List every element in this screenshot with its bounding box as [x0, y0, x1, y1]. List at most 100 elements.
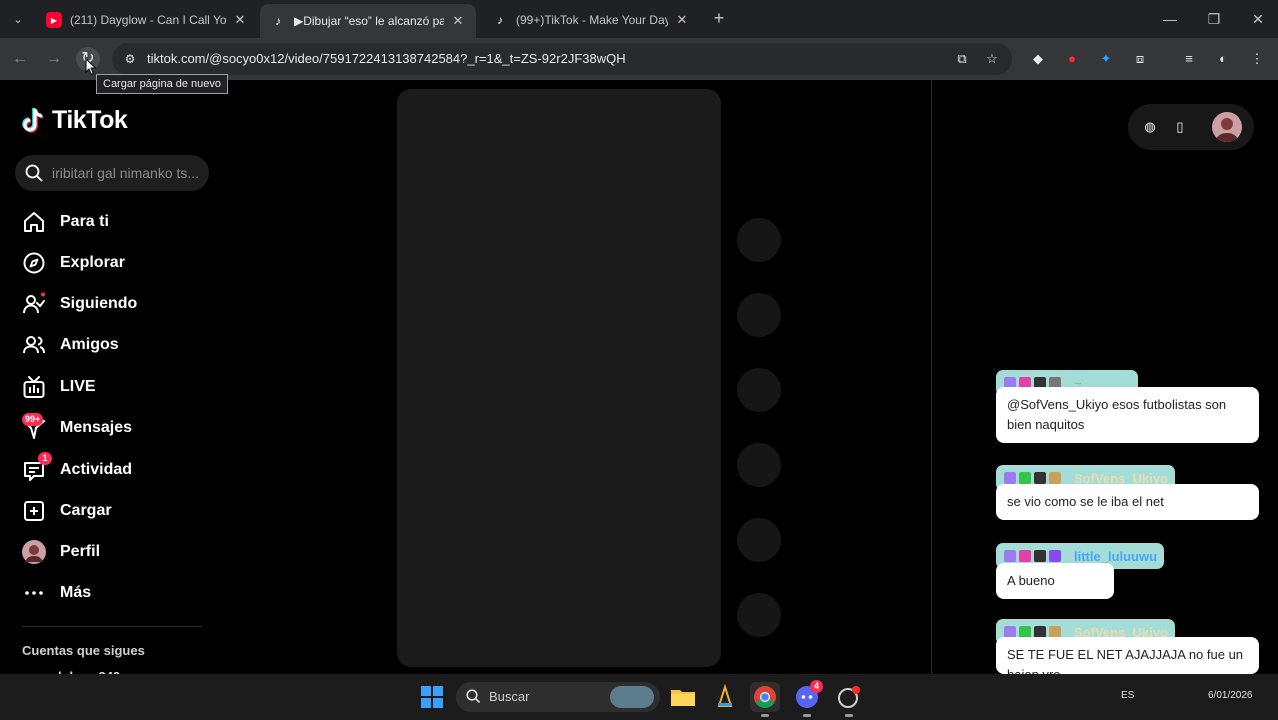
browser-tab-active[interactable]: ♪ ▶Dibujar “eso” le alcanzó para ✕: [260, 4, 476, 38]
browser-tab[interactable]: ▶ (211) Dayglow - Can I Call You Tonight…: [36, 5, 258, 35]
close-tab-icon[interactable]: ✕: [674, 12, 690, 28]
install-app-icon[interactable]: ⧉: [952, 49, 972, 69]
browser-tab[interactable]: ♪ (99+)TikTok - Make Your Day ✕: [482, 5, 700, 35]
messages-badge: 99+: [22, 413, 44, 426]
video-placeholder[interactable]: [397, 89, 721, 667]
nav-label: Cargar: [60, 502, 112, 519]
back-icon[interactable]: ←: [8, 47, 32, 71]
badge-icon: [1034, 550, 1046, 562]
close-tab-icon[interactable]: ✕: [232, 12, 248, 28]
nav-item-cargar[interactable]: Cargar: [22, 496, 112, 526]
nav-label: Para ti: [60, 213, 109, 230]
chrome-icon[interactable]: [750, 682, 780, 717]
windows-taskbar: Buscar 4 ES 6/01/2026: [0, 674, 1278, 720]
compass-icon: [23, 252, 45, 274]
chat-message: A bueno: [996, 563, 1114, 599]
address-bar[interactable]: ⚙ tiktok.com/@socyo0x12/video/7591722413…: [112, 43, 1012, 75]
tab-title: (211) Dayglow - Can I Call You Tonight: [70, 13, 226, 27]
home-icon: [24, 212, 44, 232]
language-indicator[interactable]: ES: [1121, 690, 1134, 701]
more-icon: [25, 591, 43, 595]
nav-item-siguiendo[interactable]: Siguiendo: [22, 289, 137, 319]
activity-badge: 1: [38, 452, 52, 465]
profile-avatar-icon[interactable]: ◐: [1212, 48, 1234, 70]
tiktok-sidebar: TikTok Para ti Explorar: [0, 80, 225, 675]
nav-item-explorar[interactable]: Explorar: [22, 248, 125, 278]
nav-label: Mensajes: [60, 419, 133, 436]
nav-label: Explorar: [60, 254, 125, 271]
app-icon[interactable]: [834, 682, 864, 717]
following-section-title: Cuentas que sigues: [22, 643, 145, 658]
profile-avatar: [22, 540, 46, 564]
action-button-placeholder[interactable]: [737, 518, 781, 562]
nav-item-para-ti[interactable]: Para ti: [22, 207, 109, 237]
tab-title: ▶Dibujar “eso” le alcanzó para: [294, 14, 444, 28]
tiktok-logo[interactable]: TikTok: [22, 106, 128, 135]
nav-label: Perfil: [60, 543, 101, 560]
action-button-placeholder[interactable]: [737, 293, 781, 337]
paint-app-icon[interactable]: [710, 682, 740, 712]
badge-icon: [1004, 472, 1016, 484]
nav-label: LIVE: [60, 378, 96, 395]
minimize-icon[interactable]: —: [1150, 6, 1190, 32]
extensions-puzzle-icon[interactable]: ⧈: [1129, 48, 1151, 70]
search-icon: [466, 689, 481, 704]
chat-message: @SofVens_Ukiyo esos futbolistas son bien…: [996, 387, 1259, 443]
extension-red-icon[interactable]: ●: [1061, 48, 1083, 70]
tiktok-icon: ♪: [275, 14, 281, 28]
nav-label: Siguiendo: [60, 295, 138, 312]
browser-tab-strip: ⌄ ▶ (211) Dayglow - Can I Call You Tonig…: [0, 0, 1278, 38]
search-input[interactable]: [52, 163, 202, 183]
tab-search-chevron-icon[interactable]: ⌄: [6, 7, 30, 31]
extension-icon[interactable]: ◆: [1027, 48, 1049, 70]
action-button-placeholder[interactable]: [737, 593, 781, 637]
action-button-placeholder[interactable]: [737, 443, 781, 487]
youtube-icon: ▶: [46, 12, 62, 28]
nav-item-amigos[interactable]: Amigos: [22, 330, 119, 360]
nav-label: Amigos: [60, 336, 119, 353]
badge-icon: [1034, 472, 1046, 484]
nav-item-perfil[interactable]: Perfil: [22, 537, 100, 567]
windows-start-icon[interactable]: [421, 686, 443, 708]
upload-icon: [24, 501, 44, 521]
action-button-placeholder[interactable]: [737, 218, 781, 262]
tiktok-note-icon: [22, 107, 44, 133]
user-avatar[interactable]: [1212, 112, 1242, 142]
nav-label: Más: [60, 584, 92, 601]
phone-device-icon[interactable]: ▯: [1170, 117, 1190, 137]
live-icon: [23, 376, 45, 398]
media-control-icon[interactable]: ≡: [1178, 48, 1200, 70]
sidebar-divider: [22, 626, 202, 627]
new-tab-icon[interactable]: +: [708, 8, 730, 30]
search-highlight-icon: [610, 686, 654, 708]
discord-badge: 4: [810, 680, 823, 693]
nav-item-mensajes[interactable]: 99+ Mensajes: [22, 413, 132, 443]
tiktok-wordmark: TikTok: [52, 106, 128, 134]
file-explorer-icon[interactable]: [668, 682, 698, 712]
taskbar-date[interactable]: 6/01/2026: [1208, 690, 1253, 701]
extension-blue-icon[interactable]: ✦: [1095, 48, 1117, 70]
explore-compass-icon[interactable]: ◍: [1140, 117, 1160, 137]
bookmark-star-icon[interactable]: ☆: [982, 49, 1002, 69]
forward-icon[interactable]: →: [42, 47, 66, 71]
discord-icon[interactable]: 4: [792, 680, 823, 717]
restore-icon[interactable]: ❐: [1194, 6, 1234, 32]
nav-item-actividad[interactable]: 1 Actividad: [22, 452, 132, 485]
chat-message: SE TE FUE EL NET AJAJJAJA no fue un bajo…: [996, 637, 1259, 674]
taskbar-search-label: Buscar: [489, 689, 530, 704]
badge-icon: [1019, 550, 1031, 562]
close-window-icon[interactable]: ✕: [1238, 6, 1278, 32]
close-tab-icon[interactable]: ✕: [450, 13, 466, 29]
site-info-icon[interactable]: ⚙: [120, 49, 140, 69]
search-box[interactable]: [15, 155, 209, 191]
action-button-placeholder[interactable]: [737, 368, 781, 412]
taskbar-search[interactable]: Buscar: [456, 682, 660, 712]
tiktok-icon: ♪: [497, 13, 503, 27]
friends-icon: [23, 336, 45, 354]
badge-icon: [1049, 550, 1061, 562]
browser-menu-icon[interactable]: ⋮: [1246, 48, 1268, 70]
reload-tooltip: Cargar página de nuevo: [96, 74, 229, 94]
nav-item-mas[interactable]: Más: [22, 578, 91, 608]
nav-item-live[interactable]: LIVE: [22, 372, 96, 402]
url-text[interactable]: tiktok.com/@socyo0x12/video/759172241313…: [147, 51, 626, 66]
